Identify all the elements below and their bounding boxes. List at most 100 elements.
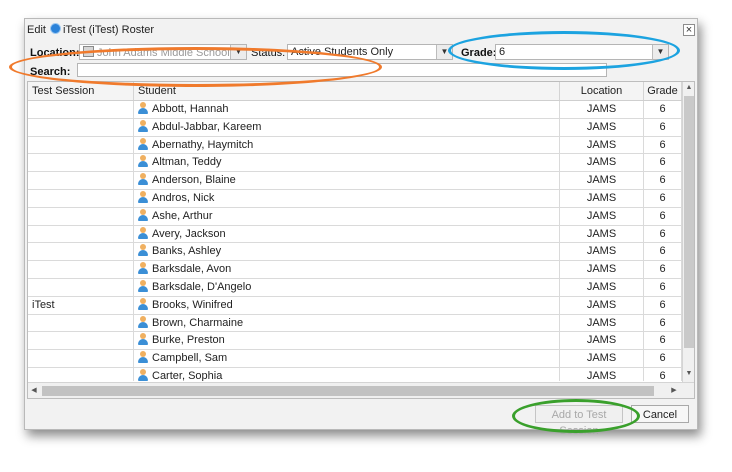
vertical-scrollbar[interactable]: ▲ ▼ bbox=[682, 82, 694, 382]
close-button[interactable]: × bbox=[683, 24, 695, 36]
student-cell[interactable]: Banks, Ashley bbox=[134, 243, 560, 261]
scroll-right-icon[interactable]: ▶ bbox=[668, 385, 680, 397]
status-label: Status: bbox=[251, 47, 286, 59]
student-cell[interactable]: Barksdale, Avon bbox=[134, 261, 560, 279]
location-cell: JAMS bbox=[560, 172, 644, 190]
test-session-cell: iTest bbox=[28, 296, 134, 314]
student-name: Anderson, Blaine bbox=[152, 174, 236, 187]
student-cell[interactable]: Ashe, Arthur bbox=[134, 207, 560, 225]
table-row[interactable]: iTest Brooks, Winifred JAMS 6 bbox=[28, 296, 682, 315]
table-row[interactable]: Abernathy, Haymitch JAMS 6 bbox=[28, 136, 682, 155]
student-name: Burke, Preston bbox=[152, 334, 225, 347]
search-label: Search: bbox=[30, 66, 71, 78]
grade-cell: 6 bbox=[644, 172, 682, 190]
horizontal-scroll-thumb[interactable] bbox=[42, 386, 654, 396]
header-test-session[interactable]: Test Session bbox=[28, 82, 134, 100]
test-session-cell bbox=[28, 332, 134, 350]
grade-cell: 6 bbox=[644, 367, 682, 381]
cancel-button[interactable]: Cancel bbox=[631, 405, 689, 423]
grade-label: Grade: bbox=[461, 47, 497, 59]
scroll-down-icon[interactable]: ▼ bbox=[683, 368, 694, 380]
chevron-down-icon[interactable]: ▼ bbox=[652, 45, 668, 59]
grade-cell: 6 bbox=[644, 243, 682, 261]
student-cell[interactable]: Abbott, Hannah bbox=[134, 101, 560, 118]
table-row[interactable]: Abbott, Hannah JAMS 6 bbox=[28, 101, 682, 119]
grid-header: Test Session Student Location Grade bbox=[28, 82, 682, 101]
table-row[interactable]: Anderson, Blaine JAMS 6 bbox=[28, 172, 682, 190]
student-cell[interactable]: Brown, Charmaine bbox=[134, 314, 560, 332]
student-cell[interactable]: Abdul-Jabbar, Kareem bbox=[134, 118, 560, 136]
table-row[interactable]: Brown, Charmaine JAMS 6 bbox=[28, 314, 682, 333]
person-icon bbox=[138, 119, 148, 132]
add-to-test-session-button[interactable]: Add to Test Session bbox=[535, 405, 623, 437]
chevron-down-icon[interactable]: ▼ bbox=[230, 45, 246, 59]
location-select[interactable]: John Adams Middle School [MA] ▼ bbox=[79, 44, 247, 60]
student-name: Altman, Teddy bbox=[152, 156, 222, 169]
horizontal-scrollbar[interactable]: ◀ ▶ bbox=[28, 382, 694, 398]
table-row[interactable]: Banks, Ashley JAMS 6 bbox=[28, 243, 682, 262]
test-session-cell bbox=[28, 189, 134, 207]
location-cell: JAMS bbox=[560, 278, 644, 296]
grade-cell: 6 bbox=[644, 332, 682, 350]
vertical-scroll-thumb[interactable] bbox=[684, 96, 694, 348]
table-row[interactable]: Abdul-Jabbar, Kareem JAMS 6 bbox=[28, 118, 682, 137]
header-location[interactable]: Location bbox=[560, 82, 644, 100]
table-row[interactable]: Burke, Preston JAMS 6 bbox=[28, 332, 682, 351]
table-row[interactable]: Andros, Nick JAMS 6 bbox=[28, 189, 682, 208]
test-session-cell bbox=[28, 172, 134, 190]
test-session-cell bbox=[28, 367, 134, 381]
itest-icon bbox=[49, 23, 61, 34]
location-cell: JAMS bbox=[560, 243, 644, 261]
grid-rows: Abbott, Hannah JAMS 6 Abdul-Jabbar, Kareem J… bbox=[28, 101, 682, 381]
location-cell: JAMS bbox=[560, 261, 644, 279]
grade-cell: 6 bbox=[644, 225, 682, 243]
location-cell: JAMS bbox=[560, 101, 644, 118]
student-cell[interactable]: Anderson, Blaine bbox=[134, 172, 560, 190]
test-session-cell bbox=[28, 243, 134, 261]
scroll-up-icon[interactable]: ▲ bbox=[683, 82, 694, 94]
grade-cell: 6 bbox=[644, 296, 682, 314]
chevron-down-icon[interactable]: ▼ bbox=[436, 45, 452, 59]
table-row[interactable]: Barksdale, Avon JAMS 6 bbox=[28, 261, 682, 279]
scroll-left-icon[interactable]: ◀ bbox=[28, 385, 40, 397]
person-icon bbox=[138, 333, 148, 346]
table-row[interactable]: Campbell, Sam JAMS 6 bbox=[28, 350, 682, 368]
location-cell: JAMS bbox=[560, 136, 644, 154]
student-cell[interactable]: Brooks, Winifred bbox=[134, 296, 560, 314]
student-cell[interactable]: Burke, Preston bbox=[134, 332, 560, 350]
test-session-cell bbox=[28, 154, 134, 172]
grade-select[interactable]: 6 ▼ bbox=[495, 44, 669, 60]
table-row[interactable]: Avery, Jackson JAMS 6 bbox=[28, 225, 682, 244]
student-cell[interactable]: Andros, Nick bbox=[134, 189, 560, 207]
student-cell[interactable]: Carter, Sophia bbox=[134, 367, 560, 381]
person-icon bbox=[138, 208, 148, 221]
title-prefix: Edit bbox=[27, 24, 46, 36]
person-icon bbox=[138, 244, 148, 257]
title-bar: Edit iTest (iTest) Roster × bbox=[25, 19, 697, 39]
header-student[interactable]: Student bbox=[134, 82, 560, 100]
location-cell: JAMS bbox=[560, 314, 644, 332]
student-cell[interactable]: Avery, Jackson bbox=[134, 225, 560, 243]
grade-cell: 6 bbox=[644, 189, 682, 207]
header-grade[interactable]: Grade bbox=[644, 82, 682, 100]
search-input[interactable] bbox=[77, 63, 607, 77]
student-cell[interactable]: Abernathy, Haymitch bbox=[134, 136, 560, 154]
table-row[interactable]: Carter, Sophia JAMS 6 bbox=[28, 367, 682, 381]
status-select[interactable]: Active Students Only ▼ bbox=[287, 44, 453, 60]
table-row[interactable]: Ashe, Arthur JAMS 6 bbox=[28, 207, 682, 226]
person-icon bbox=[138, 137, 148, 150]
table-row[interactable]: Altman, Teddy JAMS 6 bbox=[28, 154, 682, 173]
test-session-cell bbox=[28, 136, 134, 154]
student-name: Banks, Ashley bbox=[152, 245, 222, 258]
student-name: Carter, Sophia bbox=[152, 369, 223, 381]
location-cell: JAMS bbox=[560, 225, 644, 243]
student-cell[interactable]: Campbell, Sam bbox=[134, 350, 560, 368]
person-icon bbox=[138, 173, 148, 186]
student-cell[interactable]: Barksdale, D'Angelo bbox=[134, 278, 560, 296]
table-row[interactable]: Barksdale, D'Angelo JAMS 6 bbox=[28, 278, 682, 297]
person-icon bbox=[138, 226, 148, 239]
school-icon bbox=[83, 46, 94, 57]
student-cell[interactable]: Altman, Teddy bbox=[134, 154, 560, 172]
person-icon bbox=[138, 190, 148, 203]
student-name: Abernathy, Haymitch bbox=[152, 138, 254, 151]
